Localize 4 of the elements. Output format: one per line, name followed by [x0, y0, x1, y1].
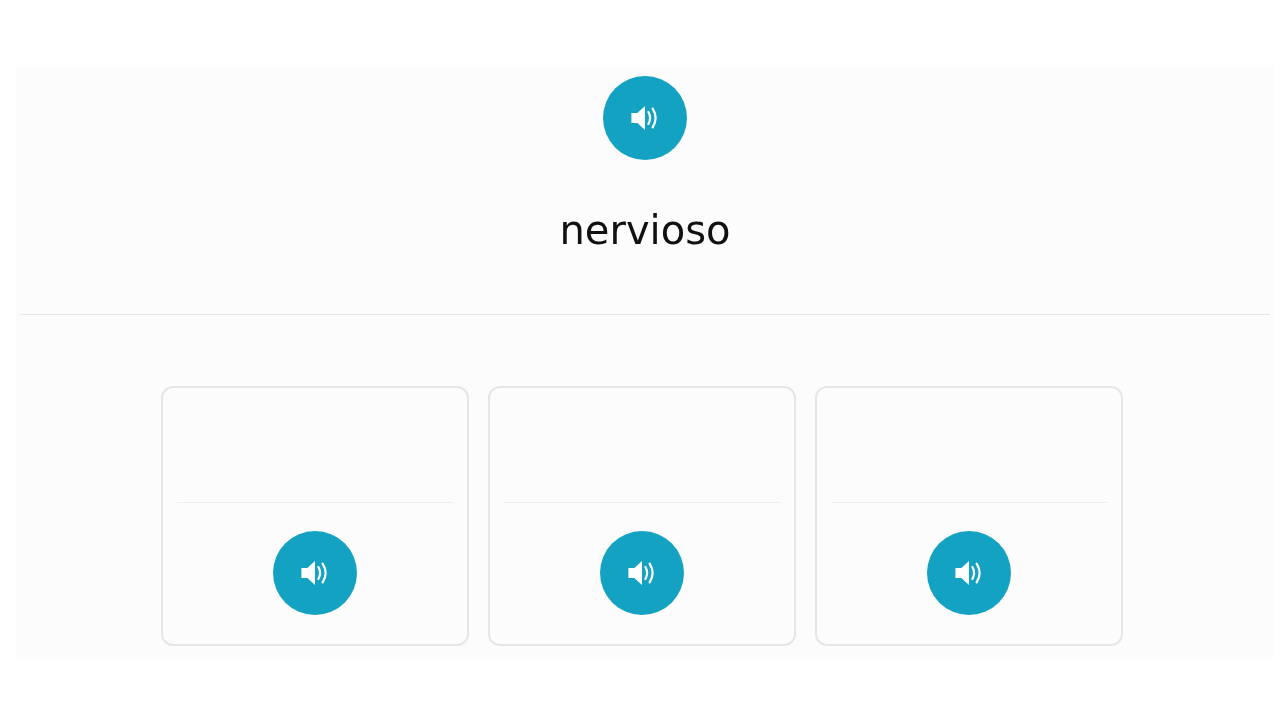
answer-card[interactable] [815, 386, 1123, 646]
prompt-word: nervioso [559, 206, 731, 255]
answer-card[interactable] [488, 386, 796, 646]
answer-card[interactable] [161, 386, 469, 646]
